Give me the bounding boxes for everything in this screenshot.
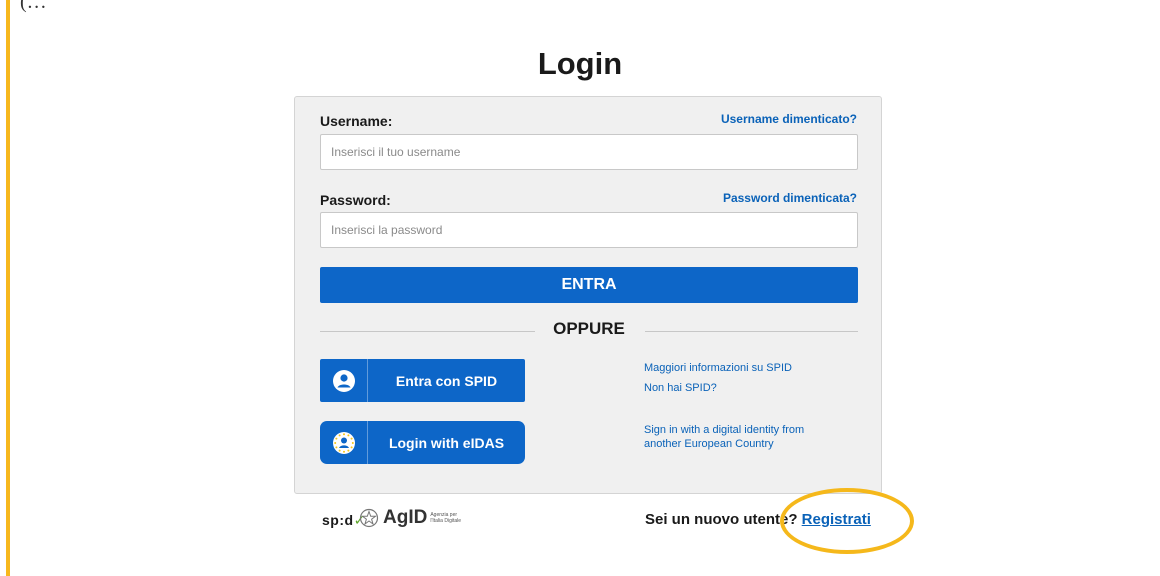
agid-subtitle: Agenzia per l'Italia Digitale [430,512,461,524]
password-label: Password: [320,192,391,208]
spid-button-label: Entra con SPID [395,372,498,389]
divider-label: OPPURE [553,319,625,338]
eidas-info-line2: another European Country [644,438,774,450]
password-forgot-link[interactable]: Password dimenticata? [723,191,857,205]
enter-button[interactable]: ENTRA [320,267,858,303]
login-card: Username: Username dimenticato? Password… [294,96,882,494]
person-circle-icon [332,369,355,392]
left-accent-border [6,0,10,576]
spid-more-info-link[interactable]: Maggiori informazioni su SPID [644,361,792,375]
top-text-fragment: (… [20,0,47,13]
eidas-info-line1: Sign in with a digital identity from [644,424,805,436]
agid-emblem-icon [359,508,379,528]
eidas-icon-wrap [320,421,368,464]
eidas-info-link[interactable]: Sign in with a digital identity from ano… [644,423,804,451]
username-input[interactable] [320,134,858,170]
username-label: Username: [320,113,393,129]
spid-icon-wrap [320,359,368,402]
spid-logo-text: sp:d [322,512,354,528]
spid-login-button[interactable]: Entra con SPID [320,359,525,402]
no-spid-link[interactable]: Non hai SPID? [644,381,717,395]
signup-prompt-text: Sei un nuovo utente? [645,511,798,528]
password-input[interactable] [320,212,858,248]
eu-person-icon [332,431,355,454]
eidas-login-button[interactable]: Login with eIDAS [320,421,525,464]
page-title: Login [537,46,623,81]
agid-subtitle-line2: l'Italia Digitale [430,518,462,524]
username-forgot-link[interactable]: Username dimenticato? [721,112,857,126]
highlight-annotation-ring [780,488,914,554]
eidas-button-label: Login with eIDAS [388,434,505,451]
agid-logo: AgID Agenzia per l'Italia Digitale [359,507,461,529]
agid-logo-text: AgID [383,507,428,528]
